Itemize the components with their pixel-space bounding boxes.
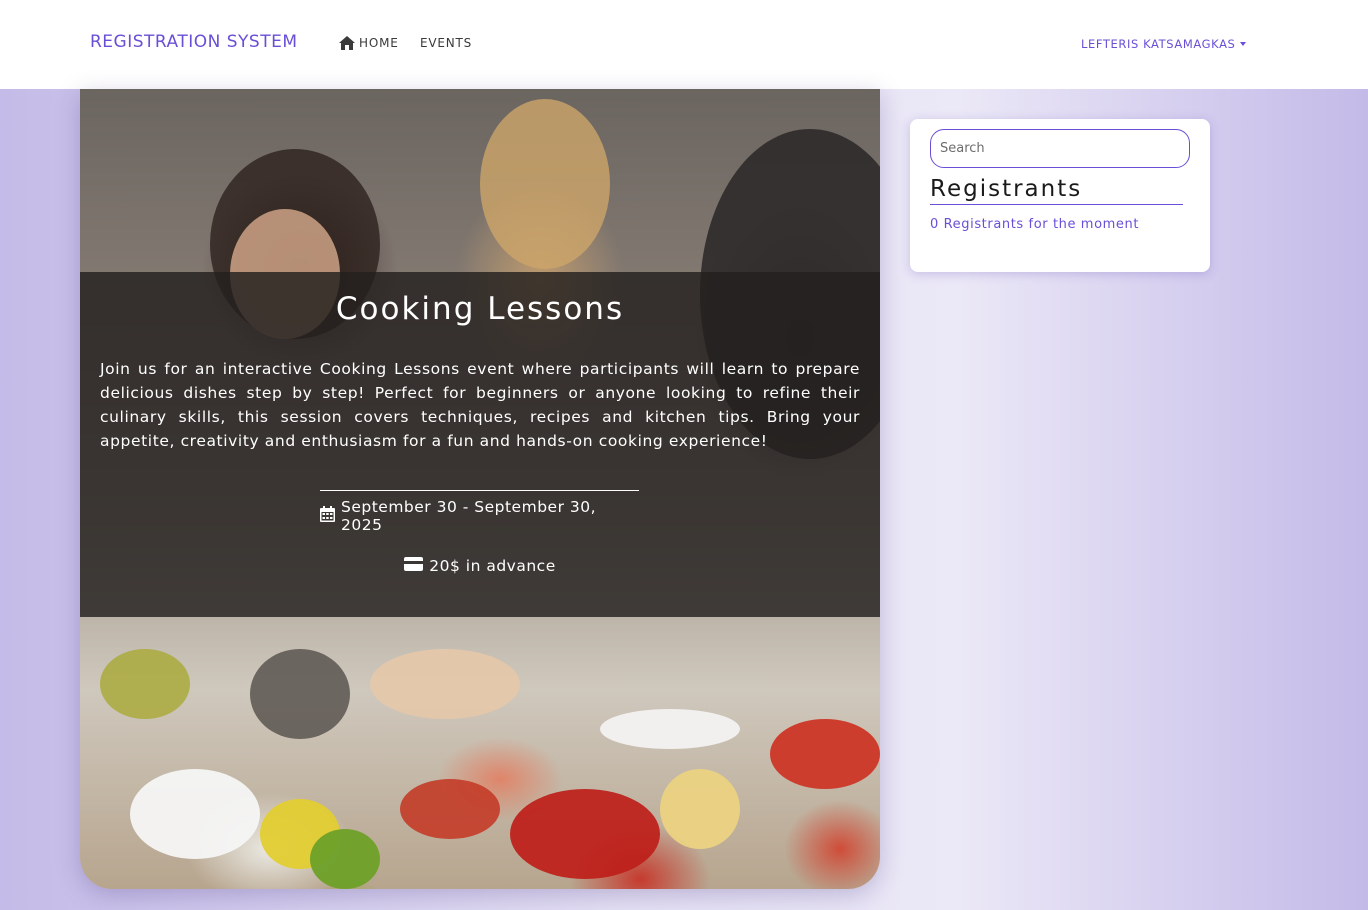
event-price-row: 20$ in advance [80,557,880,575]
search-input[interactable] [930,129,1190,168]
home-icon [339,36,355,50]
event-card: Cooking Lessons Join us for an interacti… [80,89,880,889]
registrants-panel: Registrants 0 Registrants for the moment [910,119,1210,272]
nav-events-label: EVENTS [420,36,473,50]
event-dates: September 30 - September 30, 2025 [341,498,597,534]
nav-home-label: HOME [359,36,399,50]
calendar-icon [320,506,335,526]
navbar: REGISTRATION SYSTEM HOME EVENTS LEFTERIS… [0,0,1368,89]
credit-card-icon [404,557,424,575]
registrants-title: Registrants [930,176,1183,205]
caret-down-icon [1240,42,1247,46]
nav-events-link[interactable]: EVENTS [420,36,472,50]
event-title: Cooking Lessons [335,291,625,327]
event-price: 20$ in advance [429,557,556,575]
event-description: Join us for an interactive Cooking Lesso… [100,360,860,450]
event-date-row: September 30 - September 30, 2025 [320,490,639,534]
user-menu-dropdown[interactable]: LEFTERIS KATSAMAGKAS [1081,37,1247,51]
user-name: LEFTERIS KATSAMAGKAS [1081,37,1236,51]
registrants-count: 0 Registrants for the moment [930,217,1140,232]
nav-home-link[interactable]: HOME [339,36,399,50]
brand-link[interactable]: REGISTRATION SYSTEM [90,32,298,52]
